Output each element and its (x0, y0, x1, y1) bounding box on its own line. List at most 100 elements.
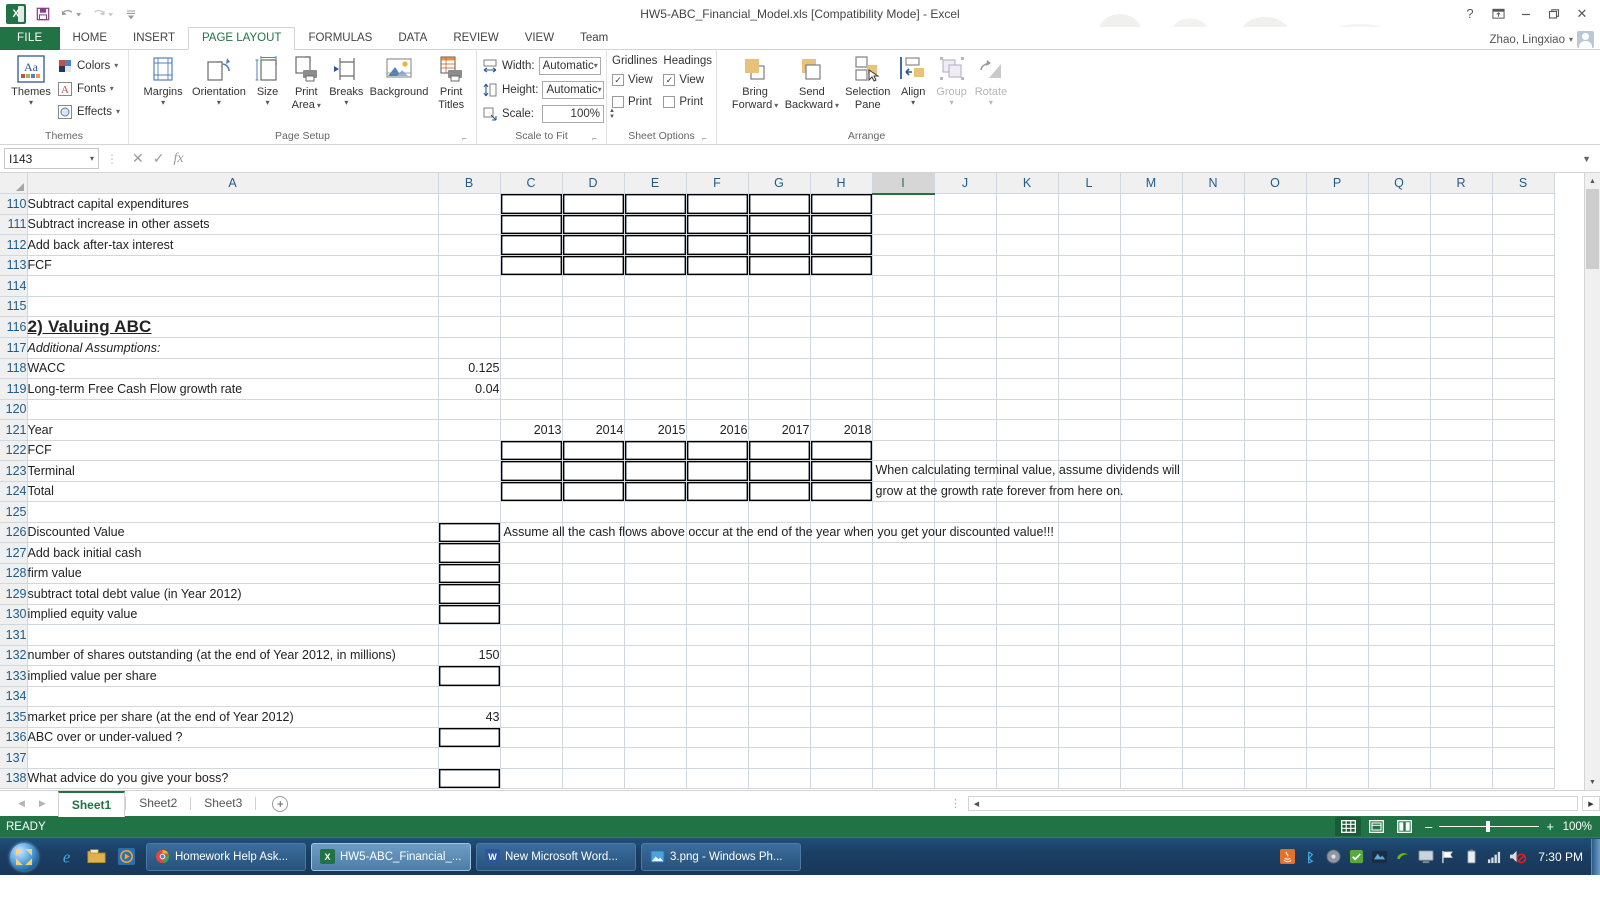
cell-I130[interactable] (872, 604, 935, 625)
cell-O113[interactable] (1244, 255, 1307, 276)
cell-H134[interactable] (810, 686, 873, 707)
cell-H138[interactable] (810, 768, 873, 789)
cell-O130[interactable] (1244, 604, 1307, 625)
row-header-135[interactable]: 135 (0, 706, 28, 728)
cell-F113[interactable] (686, 255, 749, 276)
flag-icon[interactable] (1440, 848, 1457, 865)
cell-A118[interactable]: WACC (27, 358, 439, 379)
cell-B117[interactable] (438, 337, 501, 359)
cell-F130[interactable] (686, 604, 749, 625)
cell-K110[interactable] (996, 193, 1059, 215)
print-titles-button[interactable]: Print Titles (431, 52, 471, 111)
cell-D110[interactable] (562, 193, 625, 215)
cell-D120[interactable] (562, 399, 625, 420)
cell-F118[interactable] (686, 358, 749, 379)
cell-L125[interactable] (1058, 501, 1121, 523)
cell-N130[interactable] (1182, 604, 1245, 625)
cell-M122[interactable] (1120, 440, 1183, 461)
cell-O137[interactable] (1244, 747, 1307, 769)
bluetooth-icon[interactable] (1302, 848, 1319, 865)
formula-input[interactable] (194, 148, 1574, 169)
cell-A131[interactable] (27, 624, 439, 646)
cell-C133[interactable] (500, 665, 563, 687)
cell-E110[interactable] (624, 193, 687, 215)
cell-R112[interactable] (1430, 234, 1493, 256)
cell-E116[interactable] (624, 316, 687, 338)
cell-F119[interactable] (686, 378, 749, 400)
cell-G136[interactable] (748, 727, 811, 748)
cell-N114[interactable] (1182, 275, 1245, 297)
cell-C138[interactable] (500, 768, 563, 789)
cell-N112[interactable] (1182, 234, 1245, 256)
cell-G116[interactable] (748, 316, 811, 338)
cell-R131[interactable] (1430, 624, 1493, 646)
cell-J138[interactable] (934, 768, 997, 789)
cell-R126[interactable] (1430, 522, 1493, 543)
cell-L138[interactable] (1058, 768, 1121, 789)
selection-pane-button[interactable]: Selection Pane (842, 52, 894, 111)
cell-J114[interactable] (934, 275, 997, 297)
cell-K122[interactable] (996, 440, 1059, 461)
cell-J132[interactable] (934, 645, 997, 666)
cell-A128[interactable]: firm value (27, 563, 439, 584)
cell-N131[interactable] (1182, 624, 1245, 646)
cell-N120[interactable] (1182, 399, 1245, 420)
cell-I137[interactable] (872, 747, 935, 769)
cell-L120[interactable] (1058, 399, 1121, 420)
cell-I136[interactable] (872, 727, 935, 748)
horizontal-scrollbar-track[interactable] (984, 797, 1577, 810)
cell-Q125[interactable] (1368, 501, 1431, 523)
cell-M113[interactable] (1120, 255, 1183, 276)
row-header-112[interactable]: 112 (0, 234, 28, 256)
cell-P115[interactable] (1306, 296, 1369, 317)
cell-R123[interactable] (1430, 460, 1493, 482)
cell-H122[interactable] (810, 440, 873, 461)
cell-L128[interactable] (1058, 563, 1121, 584)
tab-team[interactable]: Team (567, 27, 621, 50)
row-header-119[interactable]: 119 (0, 378, 28, 400)
cell-E127[interactable] (624, 542, 687, 564)
cell-P133[interactable] (1306, 665, 1369, 687)
cell-N123[interactable] (1182, 460, 1245, 482)
cell-B138[interactable] (438, 768, 501, 789)
column-header-j[interactable]: J (934, 173, 997, 194)
cell-I119[interactable] (872, 378, 935, 400)
cell-E135[interactable] (624, 706, 687, 728)
cell-B114[interactable] (438, 275, 501, 297)
cell-D112[interactable] (562, 234, 625, 256)
cell-O112[interactable] (1244, 234, 1307, 256)
cell-H111[interactable] (810, 214, 873, 235)
cell-S130[interactable] (1492, 604, 1555, 625)
cell-P120[interactable] (1306, 399, 1369, 420)
cell-G131[interactable] (748, 624, 811, 646)
cell-A138[interactable]: What advice do you give your boss? (27, 768, 439, 789)
gridlines-print-checkbox[interactable]: Print (612, 93, 657, 111)
cell-I112[interactable] (872, 234, 935, 256)
cell-F111[interactable] (686, 214, 749, 235)
cell-J122[interactable] (934, 440, 997, 461)
cell-O116[interactable] (1244, 316, 1307, 338)
cell-L114[interactable] (1058, 275, 1121, 297)
cell-Q112[interactable] (1368, 234, 1431, 256)
column-header-q[interactable]: Q (1368, 173, 1431, 194)
cell-S121[interactable] (1492, 419, 1555, 441)
cell-H135[interactable] (810, 706, 873, 728)
checkbox-unchecked-icon[interactable] (612, 96, 624, 108)
cell-E131[interactable] (624, 624, 687, 646)
taskbar-item-chrome[interactable]: Homework Help Ask... (146, 842, 306, 871)
row-header-126[interactable]: 126 (0, 522, 28, 543)
cell-Q127[interactable] (1368, 542, 1431, 564)
cell-L118[interactable] (1058, 358, 1121, 379)
cell-Q123[interactable] (1368, 460, 1431, 482)
cell-A114[interactable] (27, 275, 439, 297)
row-header-114[interactable]: 114 (0, 275, 28, 297)
cell-K134[interactable] (996, 686, 1059, 707)
cell-A112[interactable]: Add back after-tax interest (27, 234, 439, 256)
column-header-s[interactable]: S (1492, 173, 1555, 194)
cell-Q115[interactable] (1368, 296, 1431, 317)
chevron-down-icon[interactable]: ▾ (90, 154, 94, 163)
taskbar-clock[interactable]: 7:30 PM (1530, 850, 1591, 864)
scroll-right-icon[interactable]: ▶ (1582, 796, 1600, 811)
cell-K135[interactable] (996, 706, 1059, 728)
cell-E114[interactable] (624, 275, 687, 297)
